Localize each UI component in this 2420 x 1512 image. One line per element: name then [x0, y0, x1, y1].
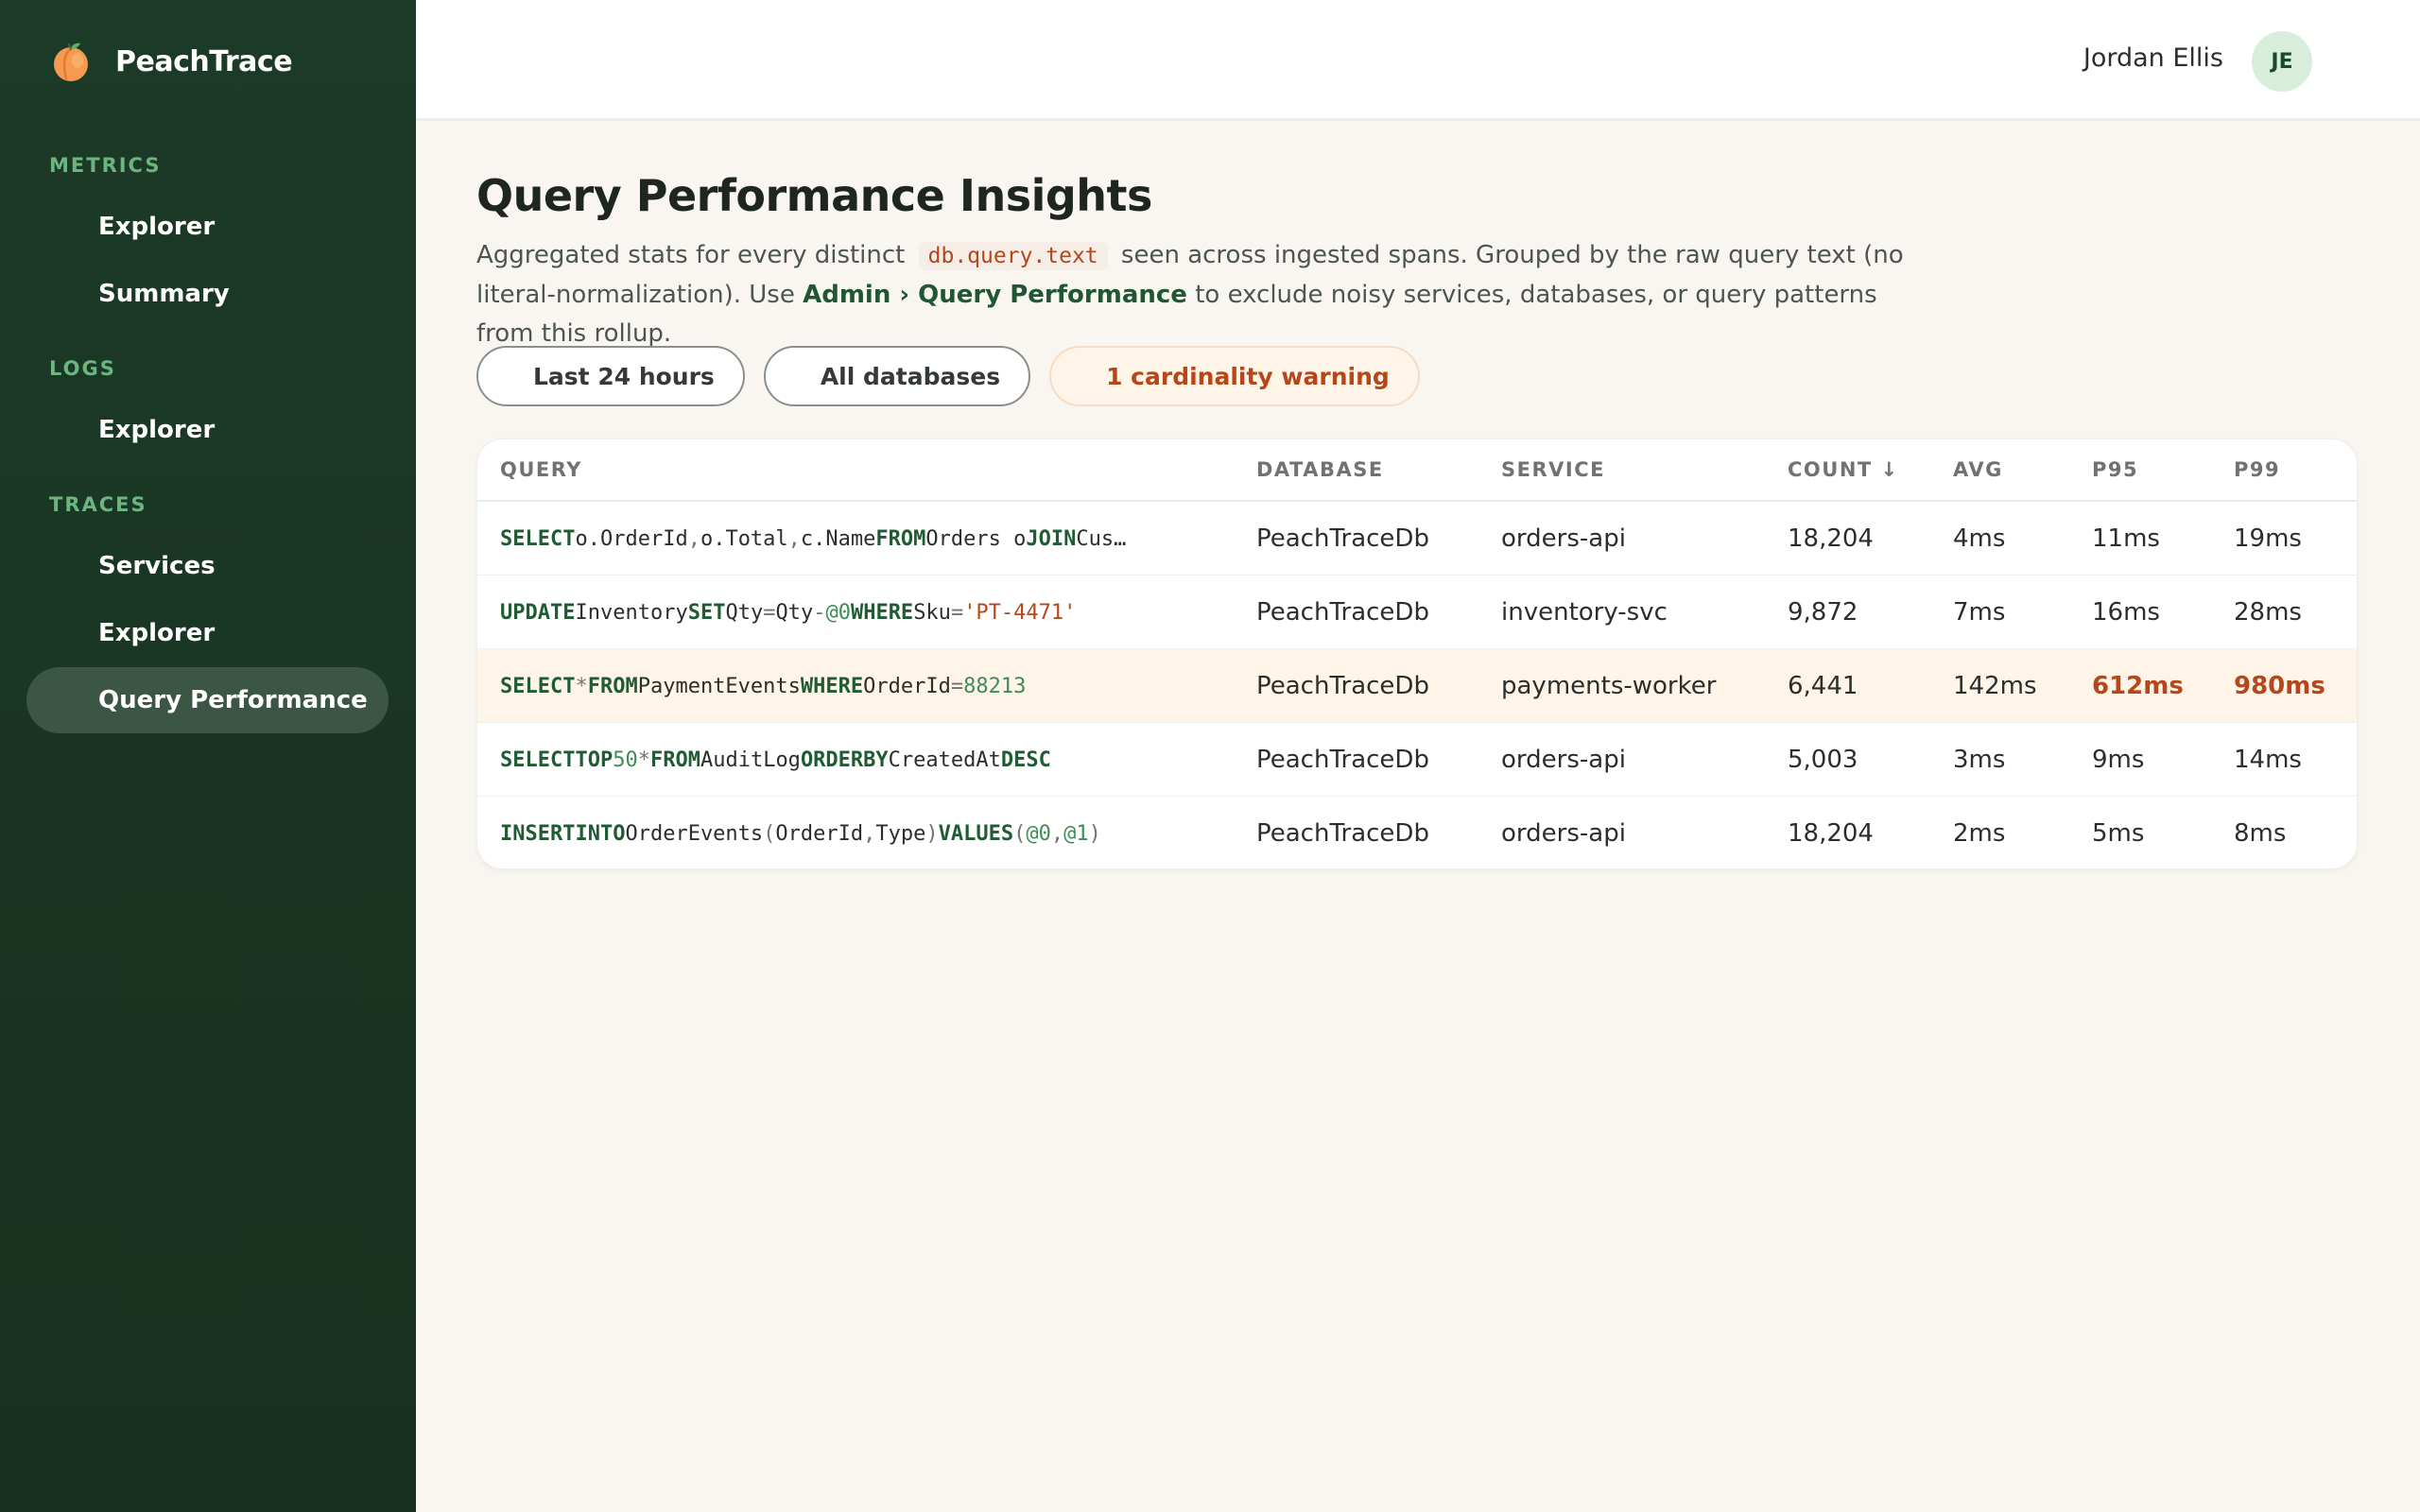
p95-cell: 612ms: [2092, 672, 2184, 700]
service-cell: payments-worker: [1501, 672, 1717, 700]
p99-cell: 980ms: [2234, 672, 2325, 700]
table-row[interactable]: UPDATE Inventory SET Qty = Qty - @0 WHER…: [477, 576, 2357, 649]
database-cell: PeachTraceDb: [1256, 746, 1429, 774]
peach-icon: [54, 43, 88, 81]
brand[interactable]: PeachTrace: [49, 38, 293, 85]
avg-cell: 142ms: [1953, 672, 2037, 700]
column-header-database[interactable]: DATABASE: [1256, 458, 1384, 481]
p95-cell: 5ms: [2092, 819, 2145, 848]
database-filter[interactable]: All databases: [763, 346, 1031, 406]
column-header-count[interactable]: COUNT ↓: [1788, 458, 1899, 481]
query-cell[interactable]: INSERT INTO OrderEvents (OrderId, Type) V…: [500, 797, 1101, 868]
description-code-chip: db.query.text: [918, 242, 1108, 270]
sidebar-item-logs-explorer[interactable]: Explorer: [26, 397, 389, 463]
query-table: QUERY DATABASE SERVICE COUNT ↓ AVG P95 P…: [476, 438, 2358, 869]
sidebar-item-metrics-summary[interactable]: Summary: [26, 261, 389, 327]
query-cell[interactable]: SELECT * FROM PaymentEvents WHERE OrderI…: [500, 649, 1026, 723]
column-header-avg[interactable]: AVG: [1953, 458, 2003, 481]
avg-cell: 4ms: [1953, 524, 2006, 553]
p95-cell: 16ms: [2092, 598, 2160, 627]
table-row[interactable]: SELECT o.OrderId, o.Total, c.Name FROM O…: [477, 502, 2357, 576]
p95-cell: 9ms: [2092, 746, 2145, 774]
database-cell: PeachTraceDb: [1256, 524, 1429, 553]
column-header-p95[interactable]: P95: [2092, 458, 2138, 481]
time-range-filter[interactable]: Last 24 hours: [476, 346, 745, 406]
avatar[interactable]: JE: [2252, 31, 2312, 92]
p95-cell: 11ms: [2092, 524, 2160, 553]
service-cell: orders-api: [1501, 746, 1626, 774]
service-cell: orders-api: [1501, 819, 1626, 848]
table-row[interactable]: SELECT * FROM PaymentEvents WHERE OrderI…: [477, 649, 2357, 723]
column-header-service[interactable]: SERVICE: [1501, 458, 1605, 481]
count-cell: 9,872: [1788, 598, 1858, 627]
sidebar-item-metrics-explorer[interactable]: Explorer: [26, 194, 389, 260]
filter-bar: Last 24 hours All databases 1 cardinalit…: [476, 346, 1420, 406]
sidebar-item-traces-services[interactable]: Services: [26, 533, 389, 599]
avg-cell: 7ms: [1953, 598, 2006, 627]
nav-heading-logs: LOGS: [49, 357, 116, 380]
table-header: QUERY DATABASE SERVICE COUNT ↓ AVG P95 P…: [477, 439, 2357, 502]
count-cell: 18,204: [1788, 819, 1874, 848]
table-row[interactable]: INSERT INTO OrderEvents (OrderId, Type) V…: [477, 797, 2357, 868]
query-cell[interactable]: SELECT o.OrderId, o.Total, c.Name FROM O…: [500, 502, 1126, 576]
sidebar-item-traces-explorer[interactable]: Explorer: [26, 600, 389, 666]
database-cell: PeachTraceDb: [1256, 672, 1429, 700]
brand-name: PeachTrace: [115, 44, 293, 78]
database-cell: PeachTraceDb: [1256, 819, 1429, 848]
table-row[interactable]: SELECT TOP 50 * FROM AuditLog ORDER BY C…: [477, 723, 2357, 797]
p99-cell: 19ms: [2234, 524, 2302, 553]
p99-cell: 8ms: [2234, 819, 2287, 848]
nav-heading-metrics: METRICS: [49, 154, 162, 177]
query-cell[interactable]: SELECT TOP 50 * FROM AuditLog ORDER BY C…: [500, 723, 1051, 797]
sidebar: PeachTrace METRICS Explorer Summary LOGS…: [0, 0, 416, 1512]
count-cell: 18,204: [1788, 524, 1874, 553]
topbar: Jordan Ellis JE: [416, 0, 2420, 121]
page-title: Query Performance Insights: [476, 170, 1152, 221]
count-cell: 5,003: [1788, 746, 1858, 774]
avg-cell: 2ms: [1953, 819, 2006, 848]
page-description: Aggregated stats for every distinct db.q…: [476, 236, 1923, 353]
column-header-p99[interactable]: P99: [2234, 458, 2280, 481]
database-cell: PeachTraceDb: [1256, 598, 1429, 627]
p99-cell: 14ms: [2234, 746, 2302, 774]
admin-query-performance-link[interactable]: Admin › Query Performance: [803, 281, 1187, 309]
column-header-query[interactable]: QUERY: [500, 458, 582, 481]
sidebar-item-query-performance[interactable]: Query Performance: [26, 667, 389, 733]
query-cell[interactable]: UPDATE Inventory SET Qty = Qty - @0 WHER…: [500, 576, 1076, 649]
nav-heading-traces: TRACES: [49, 493, 147, 516]
user-name[interactable]: Jordan Ellis: [2083, 43, 2223, 73]
service-cell: inventory-svc: [1501, 598, 1668, 627]
service-cell: orders-api: [1501, 524, 1626, 553]
count-cell: 6,441: [1788, 672, 1858, 700]
p99-cell: 28ms: [2234, 598, 2302, 627]
cardinality-warning-badge[interactable]: 1 cardinality warning: [1049, 346, 1420, 406]
description-text-pre: Aggregated stats for every distinct: [476, 241, 906, 269]
avg-cell: 3ms: [1953, 746, 2006, 774]
